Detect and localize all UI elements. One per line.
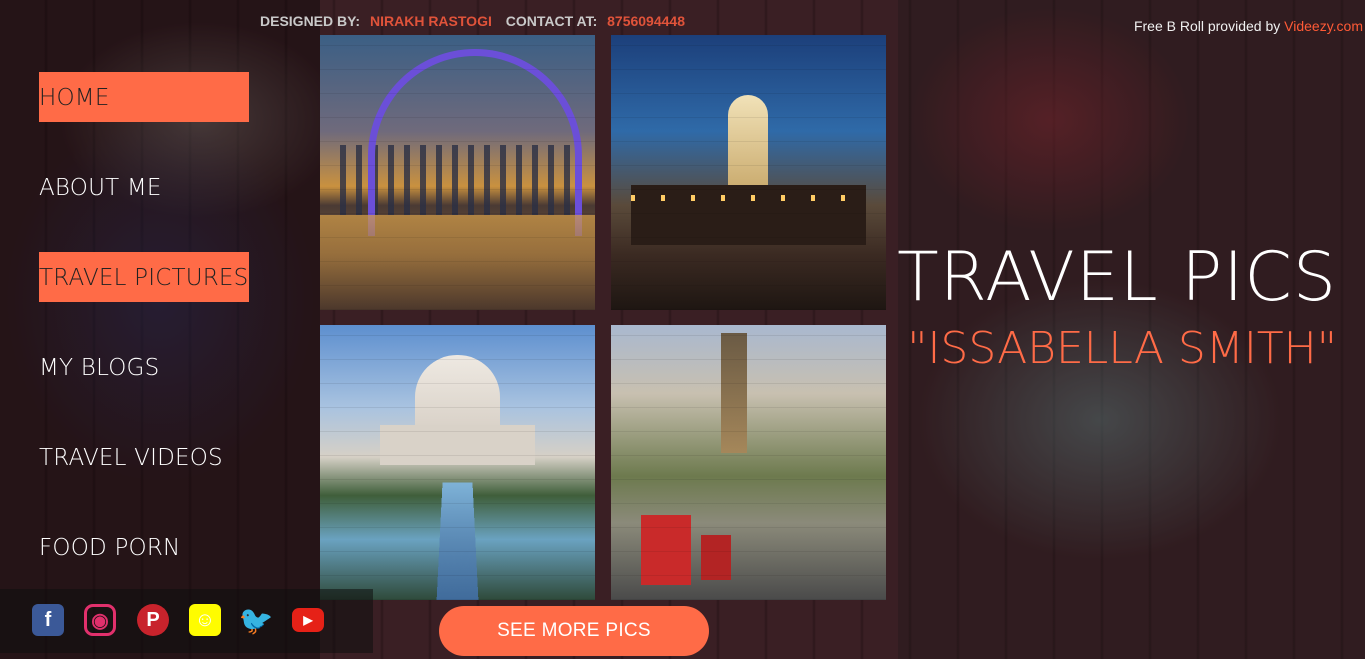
instagram-icon[interactable]: ◉	[84, 604, 116, 636]
designer-name: NIRAKH RASTOGI	[369, 13, 492, 29]
photo-grid	[320, 35, 886, 600]
nav-about-me[interactable]: ABOUT ME	[39, 162, 249, 212]
social-bar: f ◉ P ☺ 🐦 ▶	[0, 589, 373, 653]
skyline	[340, 145, 580, 215]
pinterest-icon[interactable]: P	[137, 604, 169, 636]
photo-capitol[interactable]	[611, 35, 886, 310]
building	[631, 185, 866, 245]
bridge-arch	[368, 49, 582, 236]
street-lights	[631, 195, 866, 201]
nav-home[interactable]: HOME	[39, 72, 249, 122]
nav-travel-videos[interactable]: TRAVEL VIDEOS	[39, 432, 249, 482]
youtube-icon[interactable]: ▶	[292, 608, 324, 632]
credit-text: Free B Roll provided by	[1133, 18, 1285, 34]
photo-london[interactable]	[611, 325, 886, 600]
reflection	[320, 215, 595, 310]
red-bus-2	[701, 535, 731, 580]
snapchat-icon[interactable]: ☺	[189, 604, 221, 636]
big-ben	[721, 333, 747, 453]
hero-subtitle: "ISSABELLA SMITH"	[907, 323, 1337, 374]
contact-label: CONTACT AT:	[505, 13, 598, 29]
hero-title: TRAVEL PICS	[897, 238, 1337, 317]
photo-taj-mahal[interactable]	[320, 325, 595, 600]
twitter-icon[interactable]: 🐦	[239, 604, 274, 636]
designer-bar: DESIGNED BY: NIRAKH RASTOGI CONTACT AT: …	[260, 13, 695, 29]
nav-food-porn[interactable]: FOOD PORN	[39, 522, 249, 572]
video-credit: Free B Roll provided by Videezy.com	[1134, 18, 1363, 34]
capitol-dome	[728, 95, 768, 195]
taj-base	[380, 425, 535, 465]
nav-travel-pictures[interactable]: TRAVEL PICTURES	[39, 252, 249, 302]
nav-my-blogs[interactable]: MY BLOGS	[39, 342, 249, 392]
main-nav: HOME ABOUT ME TRAVEL PICTURES MY BLOGS T…	[39, 72, 249, 612]
photo-dubai-bridge[interactable]	[320, 35, 595, 310]
see-more-pics-button[interactable]: SEE MORE PICS	[439, 606, 709, 656]
red-bus	[641, 515, 691, 585]
reflecting-pool	[436, 482, 479, 600]
contact-number: 8756094448	[607, 13, 685, 29]
designed-by-label: DESIGNED BY:	[260, 13, 361, 29]
hero: TRAVEL PICS "ISSABELLA SMITH"	[897, 238, 1337, 374]
facebook-icon[interactable]: f	[32, 604, 64, 636]
taj-dome	[415, 355, 500, 465]
videezy-link[interactable]: Videezy.com	[1284, 18, 1363, 34]
